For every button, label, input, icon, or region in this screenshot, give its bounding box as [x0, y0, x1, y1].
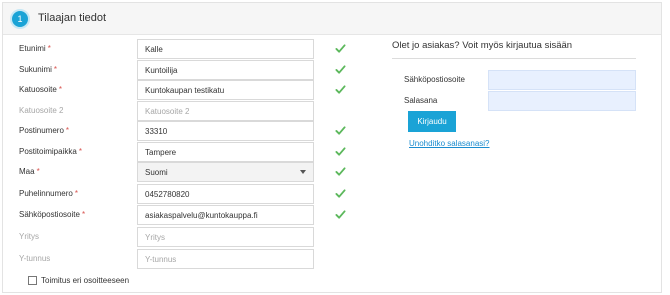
- sukunimi-label: Sukunimi *: [19, 65, 57, 74]
- maa-label-text: Maa: [19, 167, 35, 176]
- login-email-input[interactable]: [488, 70, 636, 90]
- form-row-sahkopostiosoite: Sähköpostiosoite * asiakaspalvelu@kuntokau…: [0, 205, 360, 225]
- checkmark-icon: [335, 167, 346, 176]
- postinumero-input[interactable]: 33310: [137, 121, 314, 141]
- postinumero-value: 33310: [145, 126, 168, 136]
- katuosoite-2-placeholder: Katuosoite 2: [145, 106, 190, 116]
- yritys-label: Yritys: [19, 232, 39, 241]
- required-mark: *: [74, 189, 78, 198]
- checkmark-icon: [335, 44, 346, 53]
- required-mark: *: [47, 44, 51, 53]
- katuosoite-label-text: Katuosoite: [19, 85, 57, 94]
- form-row-katuosoite: Katuosoite * Kuntokaupan testikatu: [0, 80, 360, 100]
- form-row-yritys: Yritys Yritys: [0, 227, 360, 247]
- step-badge: 1: [10, 9, 30, 29]
- puhelinnumero-label: Puhelinnumero *: [19, 189, 78, 198]
- form-row-etunimi: Etunimi * Kalle: [0, 39, 360, 59]
- chevron-down-icon: [300, 170, 306, 174]
- form-row-puhelinnumero: Puhelinnumero * 0452780820: [0, 184, 360, 204]
- katuosoite-2-label-text: Katuosoite 2: [19, 106, 64, 115]
- postinumero-label: Postinumero *: [19, 126, 69, 135]
- puhelinnumero-input[interactable]: 0452780820: [137, 184, 314, 204]
- etunimi-label: Etunimi *: [19, 44, 51, 53]
- login-email-row: Sähköpostiosoite: [404, 70, 636, 90]
- checkmark-icon: [335, 126, 346, 135]
- sahkopostiosoite-value: asiakaspalvelu@kuntokauppa.fi: [145, 210, 258, 220]
- puhelinnumero-label-text: Puhelinnumero: [19, 189, 73, 198]
- katuosoite-value: Kuntokaupan testikatu: [145, 85, 225, 95]
- sukunimi-input[interactable]: Kuntoilija: [137, 60, 314, 80]
- form-row-postitoimipaikka: Postitoimipaikka * Tampere: [0, 142, 360, 162]
- postinumero-label-text: Postinumero: [19, 126, 64, 135]
- etunimi-input[interactable]: Kalle: [137, 39, 314, 59]
- form-row-y-tunnus: Y-tunnus Y-tunnus: [0, 249, 360, 269]
- separate-address-label: Toimitus eri osoitteeseen: [41, 276, 130, 285]
- postitoimipaikka-value: Tampere: [145, 147, 177, 157]
- separate-address-checkbox[interactable]: [28, 276, 37, 285]
- etunimi-label-text: Etunimi: [19, 44, 46, 53]
- form-row-maa: Maa * Suomi: [0, 162, 360, 182]
- katuosoite-input[interactable]: Kuntokaupan testikatu: [137, 80, 314, 100]
- postitoimipaikka-input[interactable]: Tampere: [137, 142, 314, 162]
- yritys-input[interactable]: Yritys: [137, 227, 314, 247]
- login-section: Olet jo asiakas? Voit myös kirjautua sis…: [392, 40, 636, 148]
- sukunimi-value: Kuntoilija: [145, 65, 178, 75]
- sahkopostiosoite-label-text: Sähköpostiosoite: [19, 210, 80, 219]
- login-password-label: Salasana: [404, 96, 438, 105]
- postitoimipaikka-label-text: Postitoimipaikka: [19, 147, 77, 156]
- form-row-katuosoite-2: Katuosoite 2 Katuosoite 2: [0, 101, 360, 121]
- checkmark-icon: [335, 210, 346, 219]
- checkmark-icon: [335, 85, 346, 94]
- y-tunnus-input[interactable]: Y-tunnus: [137, 249, 314, 269]
- yritys-placeholder: Yritys: [145, 232, 165, 242]
- y-tunnus-label: Y-tunnus: [19, 254, 50, 263]
- panel-header: 1 Tilaajan tiedot: [3, 3, 661, 35]
- etunimi-value: Kalle: [145, 44, 163, 54]
- login-password-row: Salasana: [404, 91, 636, 111]
- required-mark: *: [36, 167, 40, 176]
- katuosoite-2-label: Katuosoite 2: [19, 106, 63, 115]
- required-mark: *: [78, 147, 82, 156]
- forgot-password-link[interactable]: Unohditko salasanasi?: [409, 139, 490, 148]
- panel-title: Tilaajan tiedot: [38, 12, 107, 24]
- y-tunnus-placeholder: Y-tunnus: [145, 254, 177, 264]
- maa-value: Suomi: [145, 167, 168, 177]
- sahkopostiosoite-label: Sähköpostiosoite *: [19, 210, 85, 219]
- checkmark-icon: [335, 65, 346, 74]
- login-button[interactable]: Kirjaudu: [408, 111, 456, 132]
- login-password-input[interactable]: [488, 91, 636, 111]
- required-mark: *: [81, 210, 86, 219]
- checkmark-icon: [335, 189, 346, 198]
- maa-select[interactable]: Suomi: [137, 162, 314, 182]
- maa-label: Maa *: [19, 167, 40, 176]
- form-row-sukunimi: Sukunimi * Kuntoilija: [0, 60, 360, 80]
- katuosoite-2-input[interactable]: Katuosoite 2: [137, 101, 314, 121]
- required-mark: *: [53, 65, 58, 74]
- yritys-label-text: Yritys: [19, 232, 39, 241]
- sahkopostiosoite-input[interactable]: asiakaspalvelu@kuntokauppa.fi: [137, 205, 314, 225]
- puhelinnumero-value: 0452780820: [145, 189, 190, 199]
- required-mark: *: [65, 126, 70, 135]
- sukunimi-label-text: Sukunimi: [19, 65, 52, 74]
- checkmark-icon: [335, 147, 346, 156]
- form-row-postinumero: Postinumero * 33310: [0, 121, 360, 141]
- separate-address-option[interactable]: Toimitus eri osoitteeseen: [28, 276, 129, 285]
- postitoimipaikka-label: Postitoimipaikka *: [19, 147, 82, 156]
- login-email-label: Sähköpostiosoite: [404, 75, 465, 84]
- katuosoite-label: Katuosoite *: [19, 85, 62, 94]
- y-tunnus-label-text: Y-tunnus: [19, 254, 51, 263]
- login-title: Olet jo asiakas? Voit myös kirjautua sis…: [392, 40, 636, 59]
- required-mark: *: [58, 85, 62, 94]
